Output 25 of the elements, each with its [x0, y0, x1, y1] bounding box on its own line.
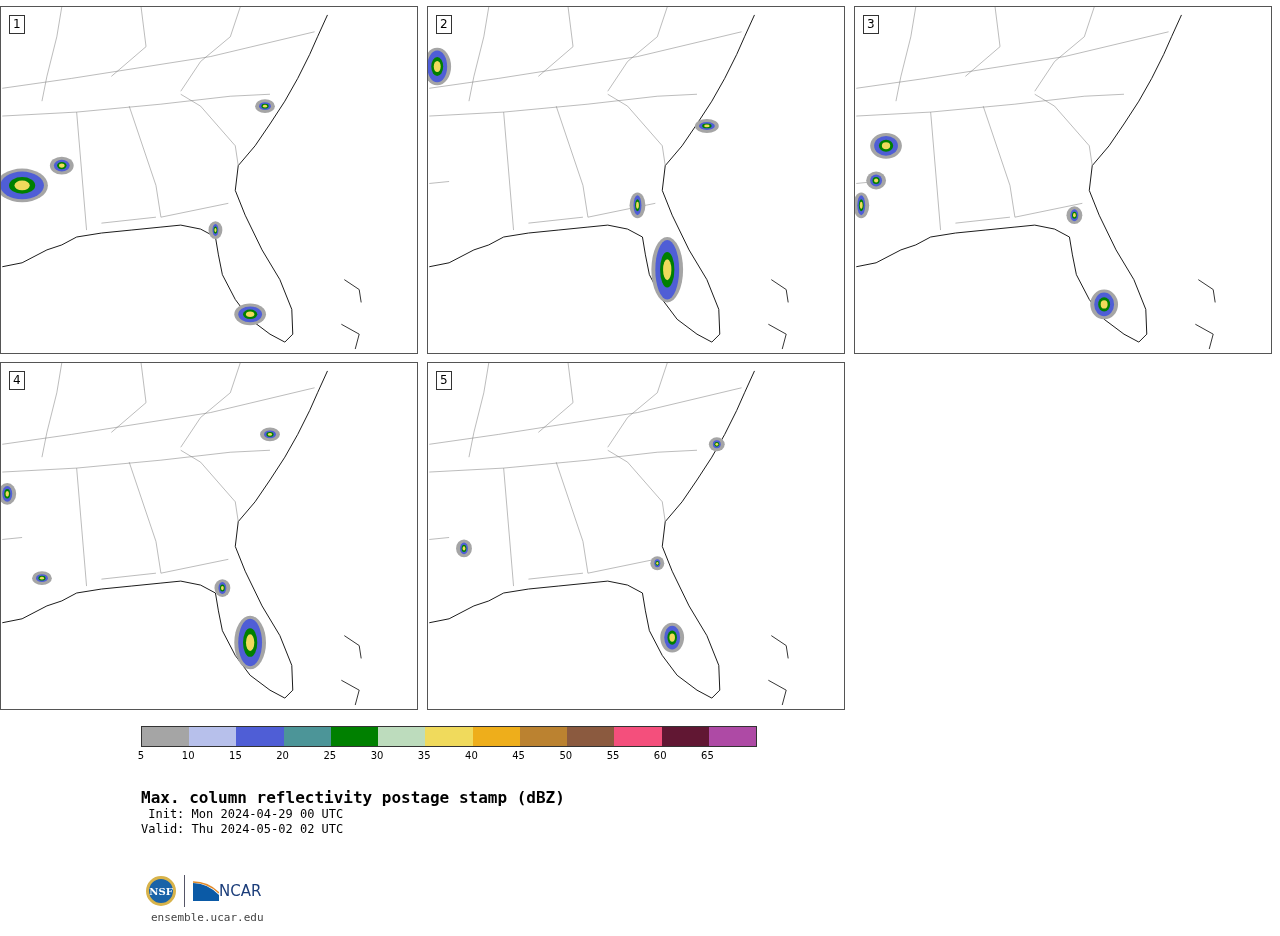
tick-label: 35	[417, 750, 431, 761]
tick-label: 50	[559, 750, 573, 761]
ncar-logo: NCAR	[219, 882, 262, 900]
init-time: Init: Mon 2024-04-29 00 UTC	[147, 807, 345, 822]
tick-label: 40	[465, 750, 478, 761]
site-url: ensemble.ucar.edu	[151, 911, 265, 924]
tick-label: 10	[181, 750, 195, 761]
tick-label: 5	[137, 750, 145, 761]
chart-title: Max. column reflectivity postage stamp (dBZ)	[141, 789, 566, 807]
member-number: 3	[863, 15, 879, 34]
member-number: 2	[436, 15, 452, 34]
tick-label: 20	[276, 750, 289, 761]
member-number: 4	[9, 371, 25, 390]
tick-label: 45	[512, 750, 525, 761]
tick-label: 15	[229, 750, 242, 761]
swoosh-icon	[193, 881, 219, 901]
tick-label: 65	[701, 750, 714, 761]
tick-label: 30	[370, 750, 384, 761]
tick-label: 55	[606, 750, 620, 761]
member-number: 1	[9, 15, 25, 34]
tick-label: 25	[323, 750, 337, 761]
valid-time: Valid: Thu 2024-05-02 02 UTC	[141, 822, 345, 837]
member-number: 5	[436, 371, 452, 390]
nsf-logo: NSF	[146, 876, 176, 906]
tick-label: 60	[653, 750, 667, 761]
